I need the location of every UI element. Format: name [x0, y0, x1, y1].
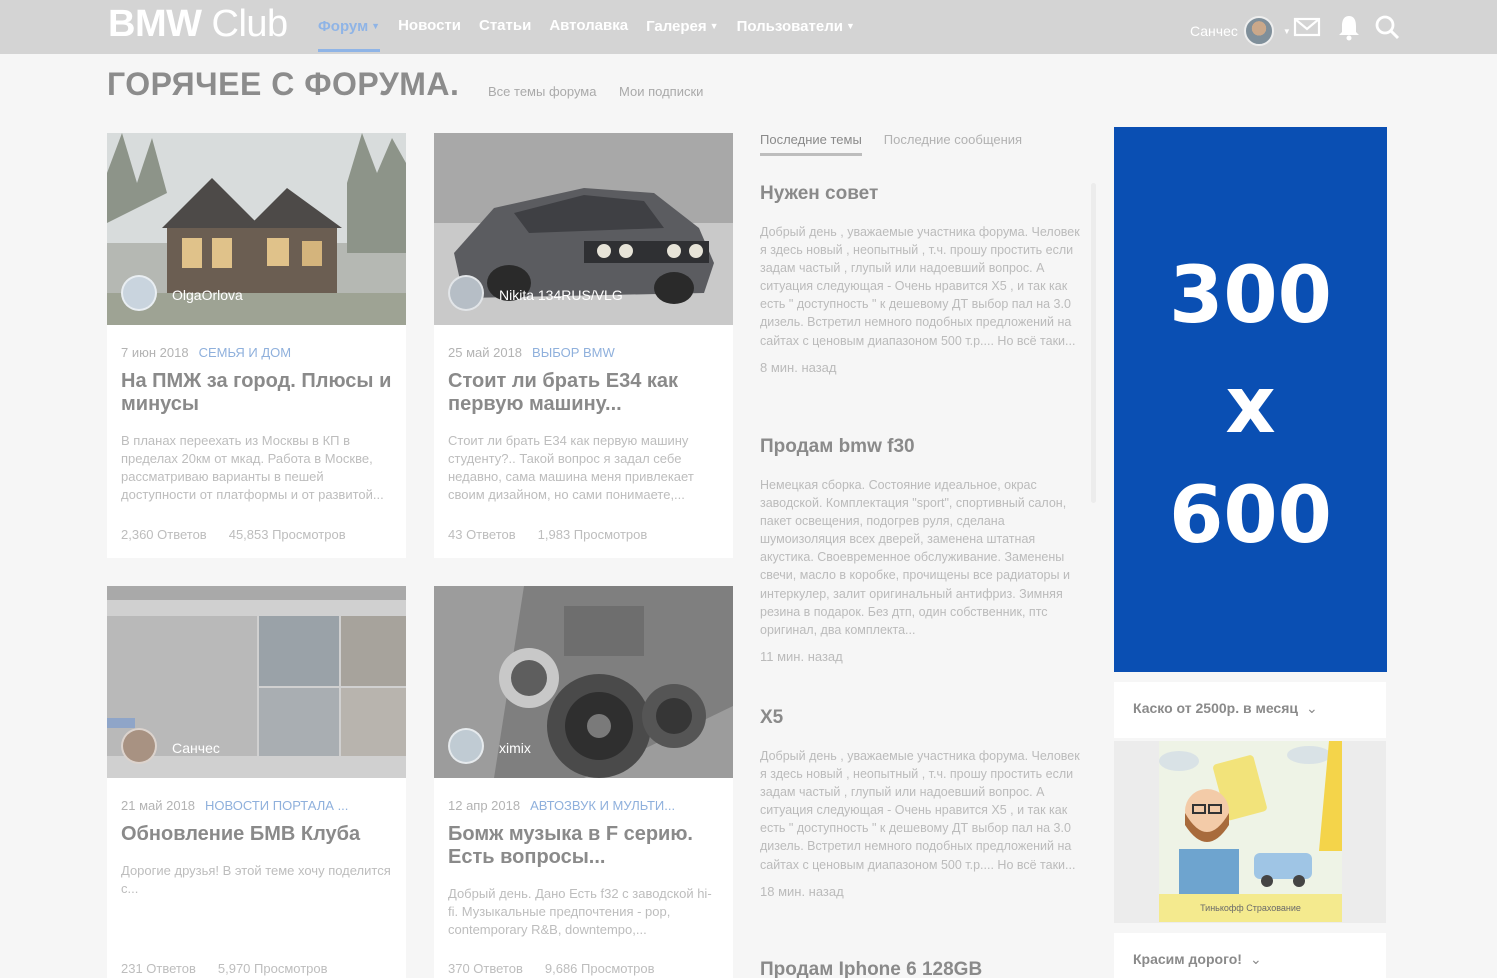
avatar[interactable]	[448, 728, 484, 764]
topic-card[interactable]: Nikita 134RUS/VLG 25 май 2018 ВЫБОР BMW С…	[434, 133, 733, 558]
username: Санчес	[1190, 23, 1238, 39]
post-date: 25 май 2018	[448, 345, 523, 360]
topic-card[interactable]: OlgaOrlova 7 июн 2018 СЕМЬЯ И ДОМ На ПМЖ …	[107, 133, 406, 558]
topic-excerpt: Дорогие друзья! В этой теме хочу поделит…	[121, 863, 391, 896]
topic-title[interactable]: X5	[760, 707, 1085, 729]
replies-count: 2,360 Ответов	[121, 527, 207, 542]
list-item[interactable]: Продам Iphone 6 128GB	[760, 959, 1085, 978]
mail-icon[interactable]	[1293, 13, 1321, 41]
topic-excerpt: Немецкая сборка. Состояние идеальное, ок…	[760, 478, 1070, 637]
house-photo: OlgaOrlova	[107, 133, 406, 325]
topic-title[interactable]: Нужен совет	[760, 183, 1085, 205]
ad-line: 600	[1169, 471, 1332, 561]
site-logo[interactable]: BMW Club	[108, 3, 288, 45]
list-item[interactable]: X5 Добрый день , уважаемые участника фор…	[760, 707, 1085, 899]
bmw-e34-photo: Nikita 134RUS/VLG	[434, 133, 733, 325]
post-date: 21 май 2018	[121, 798, 196, 813]
chevron-down-icon: ▼	[371, 21, 381, 31]
post-date: 12 апр 2018	[448, 798, 521, 813]
widget-kasko[interactable]: Каско от 2500р. в месяц ⌄	[1114, 682, 1386, 738]
chevron-down-icon: ▼	[709, 21, 719, 31]
post-date: 7 июн 2018	[121, 345, 189, 360]
views-count: 1,983 Просмотров	[537, 527, 648, 542]
topic-card[interactable]: ximix 12 апр 2018 АВТОЗВУК И МУЛЬТИ... Бо…	[434, 586, 733, 978]
topic-title[interactable]: Обновление БМВ Клуба	[121, 823, 392, 846]
nav-item-news[interactable]: Новости	[398, 0, 461, 52]
topic-stats: 43 Ответов 1,983 Просмотров	[448, 527, 647, 542]
search-icon[interactable]	[1373, 13, 1401, 41]
replies-count: 370 Ответов	[448, 961, 523, 976]
timestamp: 18 мин. назад	[760, 883, 844, 899]
author-name[interactable]: ximix	[499, 740, 531, 756]
ad-line: 300	[1169, 251, 1332, 341]
avatar[interactable]	[448, 275, 484, 311]
nav-item-forum[interactable]: Форум ▼	[318, 0, 381, 52]
avatar	[1243, 16, 1274, 46]
user-menu[interactable]: Санчес ▼	[1190, 16, 1291, 46]
ad-line: x	[1225, 361, 1276, 451]
chevron-down-icon: ⌄	[1306, 700, 1318, 716]
topic-stats: 370 Ответов 9,686 Просмотров	[448, 961, 655, 976]
topic-title[interactable]: Бомж музыка в F серию. Есть вопросы...	[448, 823, 719, 869]
top-navbar: BMW Club Форум ▼ Новости Статьи Автолавка…	[0, 0, 1497, 54]
author-name[interactable]: OlgaOrlova	[172, 287, 243, 303]
topic-stats: 231 Ответов 5,970 Просмотров	[121, 961, 328, 976]
avatar[interactable]	[121, 275, 157, 311]
chevron-down-icon: ▼	[1282, 26, 1291, 36]
ad-banner-300x600[interactable]: 300 x 600	[1114, 127, 1387, 672]
nav-item-gallery[interactable]: Галерея ▼	[646, 0, 719, 52]
category-link[interactable]: АВТОЗВУК И МУЛЬТИ...	[530, 798, 675, 813]
list-item[interactable]: Продам bmw f30 Немецкая сборка. Состояни…	[760, 436, 1085, 664]
topic-title[interactable]: На ПМЖ за город. Плюсы и минусы	[121, 370, 392, 416]
topic-excerpt: Добрый день , уважаемые участника форума…	[760, 225, 1080, 348]
topic-excerpt: В планах переехать из Москвы в КП в пред…	[121, 433, 384, 502]
topic-stats: 2,360 Ответов 45,853 Просмотров	[121, 527, 346, 542]
nav-item-articles[interactable]: Статьи	[479, 0, 531, 52]
widget-paint[interactable]: Красим дорого! ⌄	[1114, 933, 1386, 978]
replies-count: 43 Ответов	[448, 527, 516, 542]
scrollbar[interactable]	[1091, 183, 1096, 503]
author-name[interactable]: Nikita 134RUS/VLG	[499, 287, 623, 303]
subnav-all-topics[interactable]: Все темы форума	[488, 84, 596, 99]
author-name[interactable]: Санчес	[172, 740, 220, 756]
nav-item-users[interactable]: Пользователи ▼	[737, 0, 855, 52]
site-screenshot: Санчес	[107, 586, 406, 778]
topic-card[interactable]: Санчес 21 май 2018 НОВОСТИ ПОРТАЛА ... Об…	[107, 586, 406, 978]
category-link[interactable]: СЕМЬЯ И ДОМ	[199, 345, 292, 360]
subnav-my-subscriptions[interactable]: Мои подписки	[619, 84, 703, 99]
category-link[interactable]: ВЫБОР BMW	[532, 345, 615, 360]
chevron-down-icon: ▼	[845, 21, 855, 31]
topic-excerpt: Стоит ли брать Е34 как первую машину сту…	[448, 433, 694, 502]
page-title: ГОРЯЧЕЕ С ФОРУМА.	[107, 66, 460, 102]
insurance-ad-image[interactable]: Тинькофф Страхование	[1159, 741, 1342, 922]
main-nav: Форум ▼ Новости Статьи Автолавка Галерея ▼…	[318, 0, 855, 54]
views-count: 9,686 Просмотров	[544, 961, 655, 976]
tab-latest-topics[interactable]: Последние темы	[760, 132, 862, 156]
nav-item-autoshop[interactable]: Автолавка	[549, 0, 628, 52]
bell-icon[interactable]	[1335, 13, 1363, 41]
timestamp: 8 мин. назад	[760, 359, 837, 375]
chevron-down-icon: ⌄	[1249, 951, 1262, 967]
speakers-photo: ximix	[434, 586, 733, 778]
timestamp: 11 мин. назад	[760, 648, 843, 664]
avatar[interactable]	[121, 728, 157, 764]
topic-excerpt: Добрый день , уважаемые участника форума…	[760, 749, 1080, 872]
topic-excerpt: Добрый день. Дано Есть f32 с заводской h…	[448, 886, 712, 937]
topic-title[interactable]: Продам Iphone 6 128GB	[760, 959, 1085, 978]
category-link[interactable]: НОВОСТИ ПОРТАЛА ...	[205, 798, 348, 813]
widget-title: Каско от 2500р. в месяц	[1133, 700, 1298, 716]
tab-latest-messages[interactable]: Последние сообщения	[884, 132, 1022, 156]
insurance-ad-brand: Тинькофф Страхование	[1159, 894, 1342, 922]
topic-title[interactable]: Продам bmw f30	[760, 436, 1085, 458]
topic-title[interactable]: Стоит ли брать Е34 как первую машину...	[448, 370, 719, 416]
views-count: 5,970 Просмотров	[217, 961, 328, 976]
list-item[interactable]: Нужен совет Добрый день , уважаемые учас…	[760, 183, 1085, 375]
views-count: 45,853 Просмотров	[228, 527, 346, 542]
replies-count: 231 Ответов	[121, 961, 196, 976]
latest-tabs: Последние темы Последние сообщения	[760, 132, 1022, 156]
widget-title: Красим дорого!	[1133, 951, 1242, 967]
